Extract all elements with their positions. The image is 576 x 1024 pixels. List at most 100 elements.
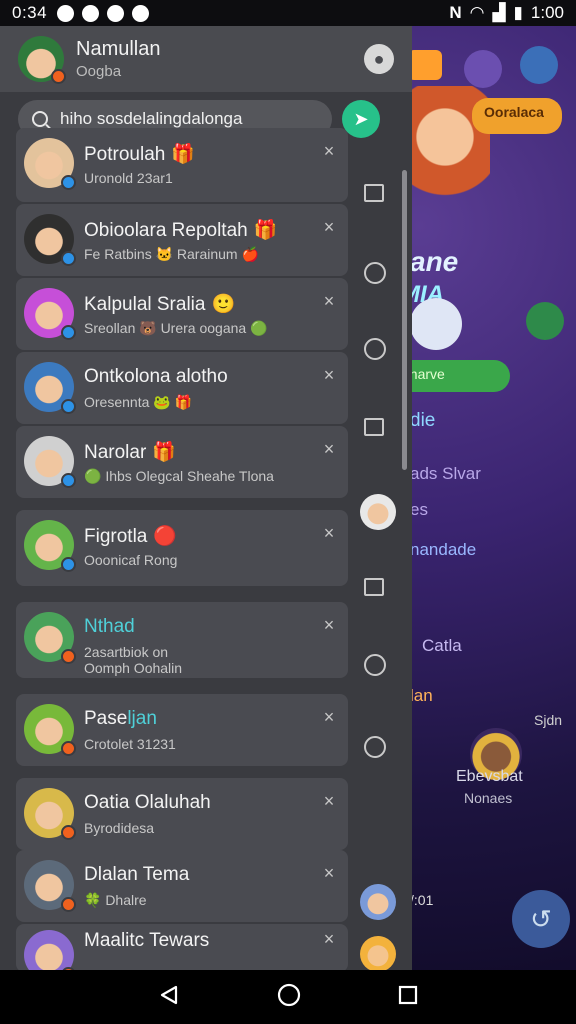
status-badge	[61, 399, 76, 414]
contact-avatar[interactable]	[24, 138, 76, 190]
game-text: ads Slvar	[410, 464, 481, 483]
contact-avatar[interactable]	[360, 884, 396, 920]
emoji-icon: 🙂	[211, 294, 236, 315]
conversation-card[interactable]: Dlalan Tema 🍀 Dhalre ×	[16, 850, 348, 922]
conversation-card[interactable]: Ontkolona alotho Oresennta 🐸 🎁 ×	[16, 352, 348, 424]
user-name: Namullan	[76, 38, 161, 60]
image-icon[interactable]	[364, 184, 384, 202]
close-icon[interactable]: ×	[320, 524, 338, 542]
notification-icon	[82, 4, 100, 22]
conversation-title: Maalitc Tewars	[84, 930, 209, 952]
recent-apps-icon[interactable]	[398, 985, 418, 1010]
game-text: Ebevsbat	[456, 768, 523, 785]
contact-avatar[interactable]	[24, 288, 76, 340]
conversation-card[interactable]: Oatia Olaluhah Byrodidesa ×	[16, 778, 348, 850]
signal-icon: ▟	[492, 3, 506, 22]
game-text: Nonaes	[464, 790, 513, 806]
game-text: es	[410, 500, 428, 519]
close-icon[interactable]: ×	[320, 792, 338, 810]
conversation-card[interactable]: Maalitc Tewars ×	[16, 924, 348, 982]
conversation-title: Nthad	[84, 616, 135, 638]
nfc-icon: N	[449, 3, 462, 22]
status-bar: 0:34 N ◠ ▟ ▮ 1:00	[0, 0, 576, 26]
conversation-title-text: Narolar	[84, 442, 147, 463]
emoji-icon: 🎁	[171, 144, 196, 165]
game-tab[interactable]	[408, 50, 442, 80]
home-icon[interactable]	[277, 983, 301, 1012]
conversation-card[interactable]: Nthad 2asartbiok on Oomph Oohalin ×	[16, 602, 348, 678]
contact-avatar[interactable]	[24, 704, 76, 756]
contact-avatar[interactable]	[24, 362, 76, 414]
emoji-icon: 🎁	[253, 220, 278, 241]
character-bubble[interactable]	[410, 298, 462, 350]
game-text: Catla	[422, 636, 462, 655]
conversation-card[interactable]: Obioolara Repoltah 🎁 Fe Ratbins 🐱 Rarainum…	[16, 204, 348, 276]
close-icon[interactable]: ×	[320, 440, 338, 458]
close-icon[interactable]: ×	[320, 292, 338, 310]
conversation-card[interactable]: Narolar 🎁 🟢 Ihbs Olegcal Sheahe Tlona ×	[16, 426, 348, 498]
clock-icon[interactable]	[364, 654, 386, 676]
conversation-card[interactable]: Kalpulal Sralia 🙂 Sreollan 🐻 Urera oogana …	[16, 278, 348, 350]
emoji-icon: 🎁	[152, 442, 176, 463]
conversation-title: Figrotla 🔴	[84, 524, 177, 548]
avatar-badge	[51, 69, 66, 84]
player-avatar[interactable]	[520, 46, 558, 84]
status-badge	[61, 741, 76, 756]
player-avatar[interactable]	[526, 302, 564, 340]
conversation-card[interactable]: Paseljan Crotolet 31231 ×	[16, 694, 348, 766]
conversation-title-highlight: ljan	[127, 708, 157, 729]
status-badge	[61, 251, 76, 266]
battery-icon: ▮	[513, 3, 523, 22]
game-fab-button[interactable]: ↺	[512, 890, 570, 948]
person-circle-icon[interactable]: ●	[364, 44, 394, 74]
back-icon[interactable]	[158, 984, 180, 1011]
conversation-subtitle: Fe Ratbins 🐱 Rarainum 🍎	[84, 246, 259, 262]
contact-avatar[interactable]	[360, 936, 396, 972]
clock-icon[interactable]	[364, 262, 386, 284]
contact-avatar[interactable]	[24, 214, 76, 266]
conversation-subtitle-line2: Oomph Oohalin	[84, 660, 183, 676]
contact-avatar[interactable]	[24, 860, 76, 912]
close-icon[interactable]: ×	[320, 930, 338, 948]
status-badge	[61, 325, 76, 340]
game-action-button[interactable]: Ooralaca	[472, 98, 562, 134]
conversation-card[interactable]: Figrotla 🔴 Ooonicaf Rong ×	[16, 510, 348, 586]
conversation-title: Ontkolona alotho	[84, 366, 228, 388]
clock-icon[interactable]	[364, 338, 386, 360]
send-icon[interactable]: ➤	[342, 100, 380, 138]
status-badge	[61, 649, 76, 664]
contact-avatar[interactable]	[24, 788, 76, 840]
conversation-title: Paseljan	[84, 708, 157, 730]
conversation-title-text: Nthad	[84, 616, 135, 637]
contact-avatar[interactable]	[24, 612, 76, 664]
close-icon[interactable]: ×	[320, 218, 338, 236]
status-badge	[61, 557, 76, 572]
notification-icon	[132, 4, 150, 22]
image-icon[interactable]	[364, 418, 384, 436]
clock-icon[interactable]	[364, 736, 386, 758]
close-icon[interactable]: ×	[320, 864, 338, 882]
close-icon[interactable]: ×	[320, 142, 338, 160]
image-icon[interactable]	[364, 578, 384, 596]
status-badge	[61, 825, 76, 840]
conversation-card[interactable]: Potroulah 🎁 Uronold 23ar1 ×	[16, 128, 348, 202]
user-subtitle: Oogba	[76, 63, 122, 80]
conversation-title: Obioolara Repoltah 🎁	[84, 218, 277, 242]
game-text: Sjdn	[534, 712, 563, 728]
conversation-title-text: Maalitc Tewars	[84, 930, 210, 951]
conversation-subtitle: 2asartbiok on	[84, 644, 169, 660]
contact-avatar[interactable]	[360, 494, 396, 530]
notification-icons	[57, 4, 150, 22]
search-input[interactable]	[60, 109, 318, 129]
conversation-title-text: Dlalan Tema	[84, 864, 190, 885]
close-icon[interactable]: ×	[320, 366, 338, 384]
user-avatar[interactable]	[18, 36, 66, 84]
chat-bubble-icon[interactable]	[464, 50, 502, 88]
contact-avatar[interactable]	[24, 520, 76, 572]
notification-icon	[107, 4, 125, 22]
close-icon[interactable]: ×	[320, 616, 338, 634]
scrollbar[interactable]	[402, 170, 407, 470]
game-text: lan	[410, 686, 433, 705]
contact-avatar[interactable]	[24, 436, 76, 488]
close-icon[interactable]: ×	[320, 708, 338, 726]
